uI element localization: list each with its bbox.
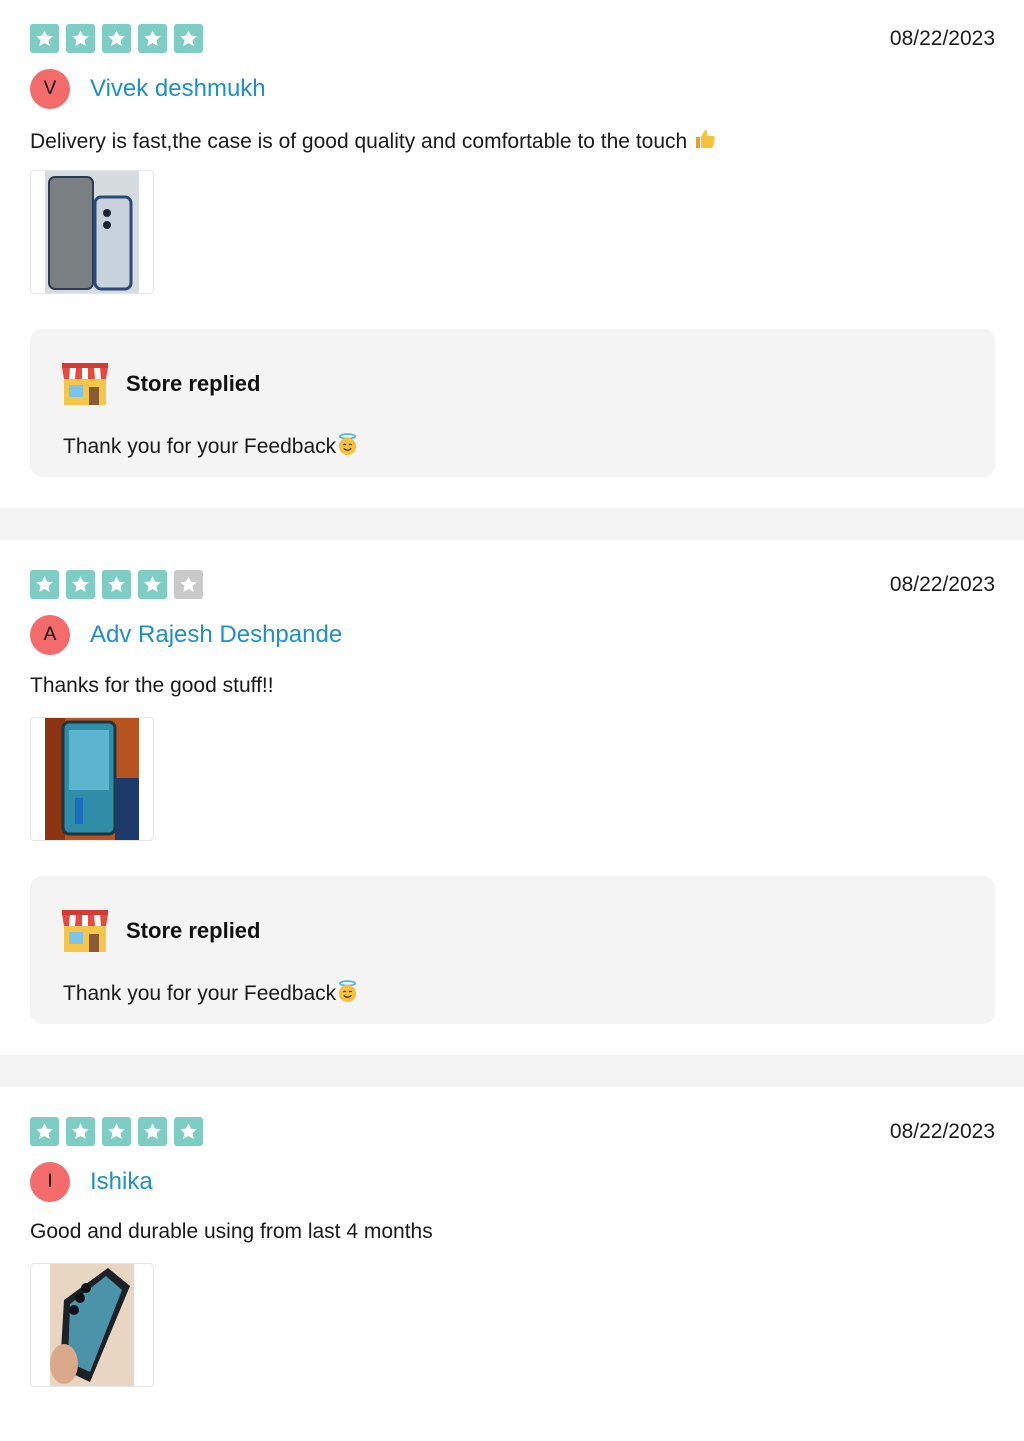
star-icon xyxy=(30,1117,59,1146)
review-photo-thumbnail[interactable] xyxy=(30,1263,154,1387)
author-name-link[interactable]: Adv Rajesh Deshpande xyxy=(90,621,342,649)
review-date: 08/22/2023 xyxy=(889,1120,995,1143)
store-reply-text-row: Thank you for your Feedback xyxy=(63,433,359,462)
store-reply: Store replied Thank you for your Feedbac… xyxy=(30,876,995,1024)
star-icon xyxy=(102,570,131,599)
star-icon xyxy=(138,1117,167,1146)
phone-case-photo-icon xyxy=(50,1264,134,1386)
star-icon xyxy=(174,1117,203,1146)
store-reply-header: Store replied xyxy=(60,361,260,407)
star-icon xyxy=(138,24,167,53)
star-icon xyxy=(30,570,59,599)
star-icon xyxy=(174,24,203,53)
review-card: 08/22/2023 V Vivek deshmukh Delivery is … xyxy=(0,0,1024,508)
halo-smile-icon xyxy=(336,980,359,1009)
store-reply-text-row: Thank you for your Feedback xyxy=(63,980,359,1009)
store-reply-text: Thank you for your Feedback xyxy=(63,435,337,458)
star-icon xyxy=(30,24,59,53)
star-icon xyxy=(138,570,167,599)
star-icon xyxy=(66,570,95,599)
thumbs-up-icon xyxy=(693,127,717,157)
author-name-link[interactable]: Vivek deshmukh xyxy=(90,75,266,103)
review-author: V Vivek deshmukh xyxy=(30,69,266,109)
phone-case-photo-icon xyxy=(45,171,139,293)
halo-smile-icon xyxy=(336,433,359,462)
review-text: Thanks for the good stuff!! xyxy=(30,674,274,697)
review-card: 08/22/2023 I Ishika Good and durable usi… xyxy=(0,1087,1024,1441)
review-card: 08/22/2023 A Adv Rajesh Deshpande Thanks… xyxy=(0,540,1024,1055)
author-name-link[interactable]: Ishika xyxy=(90,1168,153,1196)
star-rating xyxy=(30,570,203,599)
avatar: I xyxy=(30,1162,70,1202)
review-author: A Adv Rajesh Deshpande xyxy=(30,615,342,655)
star-rating xyxy=(30,24,203,53)
review-date: 08/22/2023 xyxy=(889,573,995,596)
store-reply-title: Store replied xyxy=(126,918,261,943)
store-icon xyxy=(62,363,108,405)
store-reply-title: Store replied xyxy=(126,371,261,396)
review-date: 08/22/2023 xyxy=(889,27,995,50)
star-icon xyxy=(102,24,131,53)
star-empty-icon xyxy=(174,570,203,599)
star-rating xyxy=(30,1117,203,1146)
star-icon xyxy=(66,24,95,53)
avatar: V xyxy=(30,69,70,109)
store-reply: Store replied Thank you for your Feedbac… xyxy=(30,329,995,477)
star-icon xyxy=(66,1117,95,1146)
store-reply-text: Thank you for your Feedback xyxy=(63,982,337,1005)
review-author: I Ishika xyxy=(30,1162,153,1202)
review-text: Good and durable using from last 4 month… xyxy=(30,1220,433,1243)
review-text-row: Delivery is fast,the case is of good qua… xyxy=(30,127,717,157)
phone-case-photo-icon xyxy=(45,718,139,840)
review-photo-thumbnail[interactable] xyxy=(30,170,154,294)
avatar: A xyxy=(30,615,70,655)
store-icon xyxy=(62,910,108,952)
star-icon xyxy=(102,1117,131,1146)
store-reply-header: Store replied xyxy=(60,908,260,954)
review-text: Delivery is fast,the case is of good qua… xyxy=(30,130,688,153)
review-photo-thumbnail[interactable] xyxy=(30,717,154,841)
